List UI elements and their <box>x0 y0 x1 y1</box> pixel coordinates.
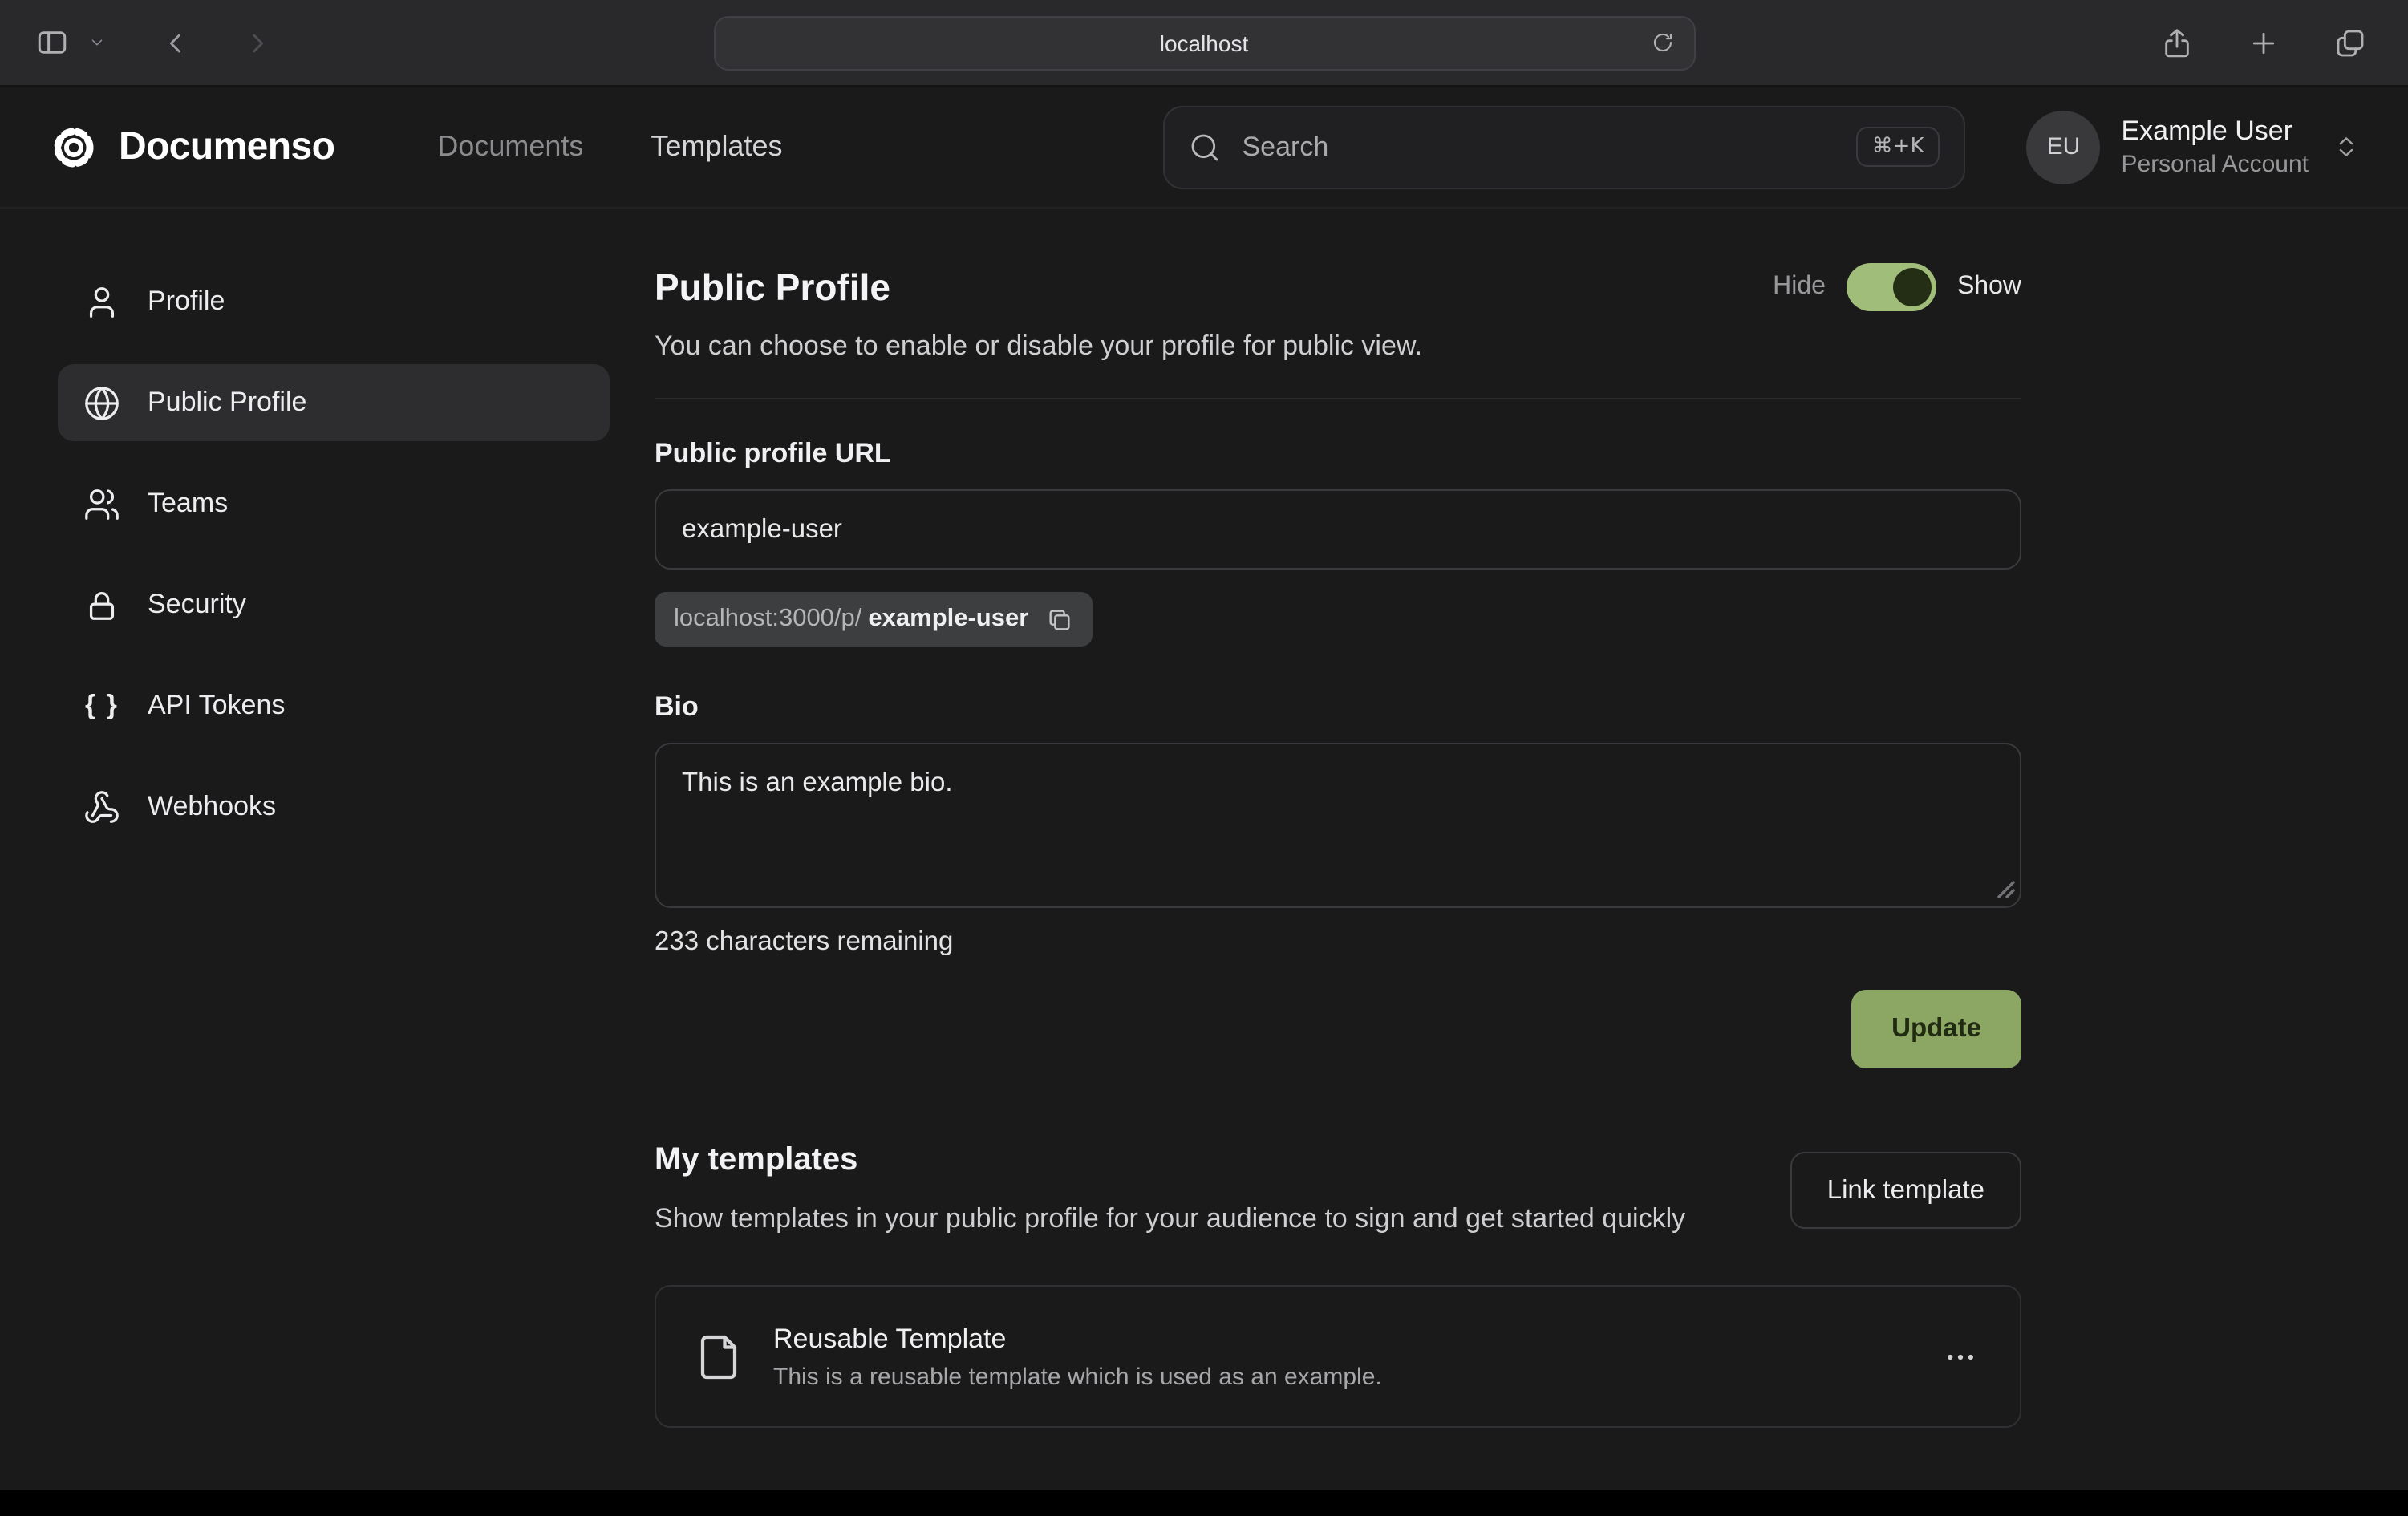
user-menu[interactable]: EU Example User Personal Account <box>2027 110 2361 184</box>
profile-url-copy-button[interactable]: localhost:3000/p/example-user <box>655 592 1093 647</box>
sidebar-item-api-tokens[interactable]: { } API Tokens <box>58 667 610 744</box>
toolbar-dropdown-button[interactable] <box>71 17 122 68</box>
settings-page: Profile Public Profile Teams <box>0 209 2408 1490</box>
url-field-label: Public profile URL <box>655 438 2021 470</box>
users-icon <box>83 485 120 522</box>
sidebar-item-label: Profile <box>148 286 225 318</box>
avatar-initials: EU <box>2047 133 2081 160</box>
reload-button[interactable] <box>1642 22 1684 63</box>
file-icon <box>695 1333 743 1381</box>
tabs-overview-icon <box>2334 26 2366 59</box>
forward-button[interactable] <box>231 17 282 68</box>
settings-sidebar: Profile Public Profile Teams <box>0 263 597 1490</box>
template-name: Reusable Template <box>773 1323 1382 1356</box>
globe-icon <box>83 384 120 421</box>
plus-icon <box>2248 26 2280 59</box>
resize-handle-icon[interactable] <box>1997 881 2015 898</box>
sidebar-item-security[interactable]: Security <box>58 566 610 643</box>
divider <box>655 398 2021 399</box>
search-shortcut-badge: ⌘+K <box>1856 127 1940 167</box>
sidebar-item-public-profile[interactable]: Public Profile <box>58 364 610 441</box>
chevron-down-icon <box>87 34 105 51</box>
chevron-right-icon <box>241 26 273 59</box>
update-button[interactable]: Update <box>1851 990 2021 1068</box>
sidebar-panel-icon <box>34 26 68 59</box>
back-button[interactable] <box>151 17 202 68</box>
public-profile-url-input[interactable] <box>655 489 2021 570</box>
chevrons-up-down-icon <box>2333 133 2360 160</box>
app-header: Documenso Documents Templates Search ⌘+K… <box>0 87 2408 209</box>
toggle-knob <box>1893 268 1932 306</box>
toggle-hide-label: Hide <box>1773 273 1826 302</box>
sidebar-item-label: Webhooks <box>148 791 276 823</box>
brand-name: Documenso <box>119 124 334 169</box>
link-template-button[interactable]: Link template <box>1790 1152 2021 1229</box>
new-tab-button[interactable] <box>2238 17 2289 68</box>
search-icon <box>1190 131 1222 163</box>
share-icon <box>2161 26 2193 59</box>
toggle-show-label: Show <box>1957 273 2021 302</box>
brand-logo[interactable]: Documenso <box>48 121 334 172</box>
window: localhost <box>0 0 2408 1516</box>
template-description: This is a reusable template which is use… <box>773 1364 1382 1391</box>
user-account-type: Personal Account <box>2122 151 2309 178</box>
copy-icon <box>1046 606 1073 633</box>
browser-toolbar: localhost <box>0 0 2408 87</box>
bio-field-label: Bio <box>655 691 2021 724</box>
profile-url-prefix: localhost:3000/p/ <box>674 605 861 634</box>
search-bar[interactable]: Search ⌘+K <box>1164 105 1966 188</box>
search-placeholder: Search <box>1243 131 1329 163</box>
sidebar-item-profile[interactable]: Profile <box>58 263 610 340</box>
main-nav: Documents Templates <box>437 130 782 164</box>
sidebar-item-webhooks[interactable]: Webhooks <box>58 768 610 845</box>
profile-visibility-toggle[interactable] <box>1847 263 1936 311</box>
sidebar-item-label: Security <box>148 589 246 621</box>
template-menu-button[interactable] <box>1940 1336 1981 1378</box>
my-templates-description: Show templates in your public profile fo… <box>655 1198 1685 1241</box>
page-title: Public Profile <box>655 266 890 309</box>
sidebar-item-label: API Tokens <box>148 690 285 722</box>
lock-icon <box>83 586 120 623</box>
tab-overview-button[interactable] <box>2325 17 2376 68</box>
characters-remaining: 233 characters remaining <box>655 927 2021 958</box>
bio-textarea[interactable]: This is an example bio. <box>655 743 2021 908</box>
sidebar-item-label: Public Profile <box>148 387 306 419</box>
sidebar-item-teams[interactable]: Teams <box>58 465 610 542</box>
window-bottom <box>0 1490 2408 1516</box>
share-button[interactable] <box>2151 17 2203 68</box>
visibility-control: Hide Show <box>1773 263 2021 311</box>
chevron-left-icon <box>160 26 193 59</box>
sidebar-toggle-button[interactable] <box>26 17 77 68</box>
reload-icon <box>1651 30 1675 55</box>
nav-item-templates[interactable]: Templates <box>651 130 782 164</box>
documenso-logo-icon <box>48 121 99 172</box>
nav-item-documents[interactable]: Documents <box>437 130 583 164</box>
my-templates-title: My templates <box>655 1142 1685 1179</box>
public-profile-panel: Public Profile Hide Show You can choose … <box>655 263 2021 1490</box>
webhook-icon <box>83 788 120 825</box>
profile-url-slug: example-user <box>868 605 1028 634</box>
ellipsis-icon <box>1943 1340 1978 1375</box>
page-subtitle: You can choose to enable or disable your… <box>655 330 2021 363</box>
user-name: Example User <box>2122 116 2309 148</box>
braces-icon: { } <box>83 690 120 722</box>
avatar: EU <box>2027 110 2101 184</box>
address-bar[interactable]: localhost <box>713 15 1695 70</box>
user-icon <box>83 283 120 320</box>
template-row[interactable]: Reusable Template This is a reusable tem… <box>655 1286 2021 1429</box>
sidebar-item-label: Teams <box>148 488 228 520</box>
address-url: localhost <box>1160 30 1249 55</box>
